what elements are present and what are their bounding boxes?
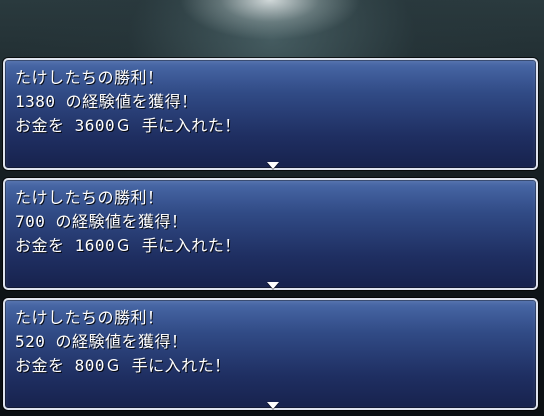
message-window-2[interactable]: たけしたちの勝利！ 700 の経験値を獲得！ お金を 1600Ｇ 手に入れた！: [3, 178, 538, 290]
gold-text: お金を 800Ｇ 手に入れた！: [15, 356, 231, 375]
exp-text: 1380 の経験値を獲得！: [15, 92, 198, 111]
gold-text: お金を 1600Ｇ 手に入れた！: [15, 236, 241, 255]
continue-arrow-icon[interactable]: [267, 402, 279, 409]
continue-arrow-icon[interactable]: [267, 162, 279, 169]
victory-text: たけしたちの勝利！: [15, 68, 164, 87]
continue-arrow-icon[interactable]: [267, 282, 279, 289]
message-window-1[interactable]: たけしたちの勝利！ 1380 の経験値を獲得！ お金を 3600Ｇ 手に入れた！: [3, 58, 538, 170]
exp-text: 520 の経験値を獲得！: [15, 332, 188, 351]
exp-text: 700 の経験値を獲得！: [15, 212, 188, 231]
message-window-3[interactable]: たけしたちの勝利！ 520 の経験値を獲得！ お金を 800Ｇ 手に入れた！: [3, 298, 538, 410]
gold-text: お金を 3600Ｇ 手に入れた！: [15, 116, 241, 135]
victory-text: たけしたちの勝利！: [15, 188, 164, 207]
victory-text: たけしたちの勝利！: [15, 308, 164, 327]
